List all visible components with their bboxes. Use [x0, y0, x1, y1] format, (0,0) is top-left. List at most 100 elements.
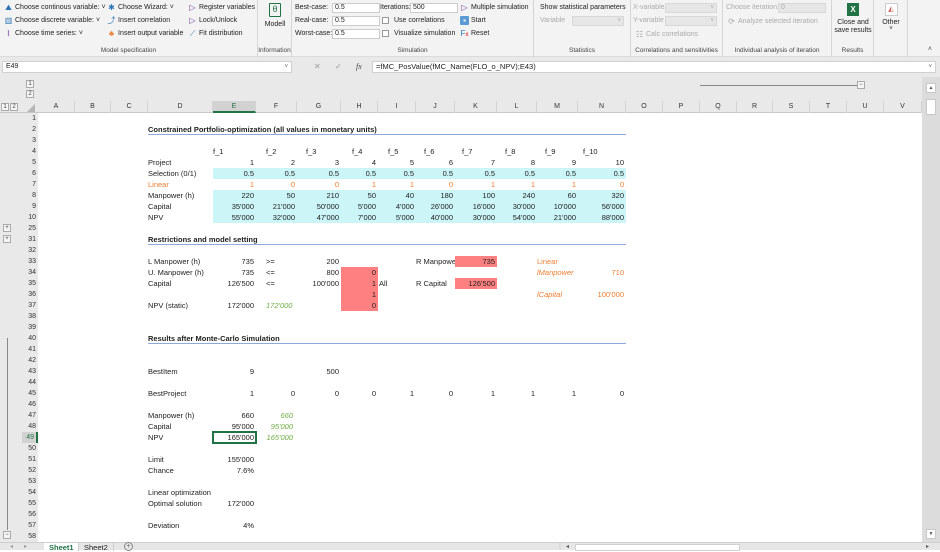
- choose-time-series-button[interactable]: ⌇ Choose time series: ˅: [4, 29, 83, 38]
- cell-flag[interactable]: 1: [341, 289, 378, 300]
- column-header-h[interactable]: H: [341, 101, 378, 113]
- column-header-s[interactable]: S: [773, 101, 810, 113]
- table-cell[interactable]: 0.5: [378, 168, 416, 179]
- table-cell[interactable]: 8: [497, 157, 537, 168]
- column-header-b[interactable]: B: [75, 101, 111, 113]
- cell-flag[interactable]: 0: [341, 267, 378, 278]
- cell-check-value[interactable]: 95'000: [256, 421, 295, 432]
- cell-value[interactable]: 800: [297, 267, 341, 278]
- table-cell[interactable]: 10'000: [537, 201, 578, 212]
- row-header-49[interactable]: 49: [22, 432, 38, 443]
- analyze-iteration-button[interactable]: ⟳ Analyze selected iteration: [727, 17, 818, 26]
- column-header-f[interactable]: F: [256, 101, 297, 113]
- table-cell[interactable]: 60: [537, 190, 578, 201]
- row-header-41[interactable]: 41: [22, 344, 38, 355]
- choose-wizard-button[interactable]: ✱ Choose Wizard: ˅: [107, 3, 174, 12]
- row-header-37[interactable]: 37: [22, 300, 38, 311]
- table-cell[interactable]: 0: [578, 179, 626, 190]
- table-cell[interactable]: 0: [416, 179, 455, 190]
- table-cell[interactable]: 1: [537, 179, 578, 190]
- column-header-j[interactable]: J: [416, 101, 455, 113]
- show-statistical-parameters-button[interactable]: Show statistical parameters: [540, 4, 626, 11]
- row-header-51[interactable]: 51: [22, 454, 38, 465]
- table-cell[interactable]: 40: [378, 190, 416, 201]
- row-header-57[interactable]: 57: [22, 520, 38, 531]
- column-header-t[interactable]: T: [810, 101, 847, 113]
- column-header-a[interactable]: A: [38, 101, 75, 113]
- table-cell[interactable]: 21'000: [537, 212, 578, 223]
- tab-scroll-right-icon[interactable]: ▸: [24, 543, 27, 550]
- row-header-8[interactable]: 8: [22, 190, 38, 201]
- modell-button[interactable]: θ Modell: [262, 3, 288, 28]
- row-header-31[interactable]: 31: [22, 234, 38, 245]
- table-cell[interactable]: 240: [497, 190, 537, 201]
- table-cell[interactable]: 0.5: [578, 168, 626, 179]
- table-cell[interactable]: 54'000: [497, 212, 537, 223]
- checkbox[interactable]: [382, 30, 389, 37]
- hscroll-left-icon[interactable]: ◂: [566, 543, 569, 550]
- expand-rows-button[interactable]: +: [3, 235, 11, 243]
- start-button[interactable]: ▪ Start: [460, 16, 486, 25]
- best-project-cell[interactable]: 0: [297, 388, 341, 399]
- row-header-52[interactable]: 52: [22, 465, 38, 476]
- row-header-32[interactable]: 32: [22, 245, 38, 256]
- column-header-q[interactable]: Q: [700, 101, 737, 113]
- formula-input[interactable]: =fMC_PosValue(fMC_Name(FLO_o_NPV);E43) ˅: [372, 61, 936, 73]
- best-project-cell[interactable]: 0: [578, 388, 626, 399]
- table-cell[interactable]: 1: [378, 179, 416, 190]
- cell-value[interactable]: 660: [213, 410, 256, 421]
- scroll-down-icon[interactable]: ▼: [926, 529, 936, 539]
- row-header-9[interactable]: 9: [22, 201, 38, 212]
- row-header-48[interactable]: 48: [22, 421, 38, 432]
- table-cell[interactable]: 32'000: [256, 212, 297, 223]
- table-cell[interactable]: 30'000: [497, 201, 537, 212]
- column-header-o[interactable]: O: [626, 101, 663, 113]
- row-header-47[interactable]: 47: [22, 410, 38, 421]
- row-header-3[interactable]: 3: [22, 135, 38, 146]
- x-variable-select[interactable]: ˅: [665, 3, 717, 13]
- column-group-collapse-button[interactable]: −: [857, 81, 865, 89]
- row-header-2[interactable]: 2: [22, 124, 38, 135]
- table-cell[interactable]: 5'000: [341, 201, 378, 212]
- cell-value[interactable]: 172'000: [213, 300, 256, 311]
- cell-value[interactable]: 4%: [213, 520, 256, 531]
- table-cell[interactable]: 0.5: [341, 168, 378, 179]
- row-header-44[interactable]: 44: [22, 377, 38, 388]
- cancel-icon[interactable]: ✕: [314, 62, 321, 71]
- visualize-simulation-checkbox[interactable]: Visualize simulation: [382, 30, 455, 37]
- tab-splitter[interactable]: ⋮: [557, 543, 563, 550]
- table-cell[interactable]: 3: [297, 157, 341, 168]
- insert-output-variable-button[interactable]: ♣ Insert output variable: [107, 29, 184, 38]
- cell-value[interactable]: 735: [213, 256, 256, 267]
- cell-value[interactable]: 735: [213, 267, 256, 278]
- table-cell[interactable]: 1: [213, 157, 256, 168]
- y-variable-select[interactable]: ˅: [665, 16, 717, 26]
- cell-check-value[interactable]: 172'000: [266, 300, 292, 311]
- column-header-g[interactable]: G: [297, 101, 341, 113]
- table-cell[interactable]: 0.5: [297, 168, 341, 179]
- multiple-simulation-button[interactable]: ▷ Multiple simulation: [460, 3, 528, 12]
- row-header-34[interactable]: 34: [22, 267, 38, 278]
- outline-level-2-button[interactable]: 2: [26, 90, 34, 98]
- cell-flag[interactable]: 1: [341, 278, 378, 289]
- row-header-40[interactable]: 40: [22, 333, 38, 344]
- table-cell[interactable]: 50: [256, 190, 297, 201]
- column-header-n[interactable]: N: [578, 101, 626, 113]
- column-header-i[interactable]: I: [378, 101, 416, 113]
- row-header-46[interactable]: 46: [22, 399, 38, 410]
- cell-value[interactable]: 500: [297, 366, 341, 377]
- table-cell[interactable]: 0.5: [497, 168, 537, 179]
- table-cell[interactable]: 210: [297, 190, 341, 201]
- iteration-input[interactable]: 0: [778, 3, 826, 13]
- reset-button[interactable]: Fx Reset: [460, 29, 490, 38]
- row-header-55[interactable]: 55: [22, 498, 38, 509]
- table-cell[interactable]: 320: [578, 190, 626, 201]
- close-save-results-button[interactable]: X Close and save results: [832, 3, 874, 35]
- hscroll-right-icon[interactable]: ▸: [926, 543, 929, 550]
- column-header-r[interactable]: R: [737, 101, 773, 113]
- cell-value[interactable]: 735: [455, 256, 497, 267]
- row-header-36[interactable]: 36: [22, 289, 38, 300]
- table-cell[interactable]: 5'000: [378, 212, 416, 223]
- cell-value[interactable]: 126'500: [455, 278, 497, 289]
- table-cell[interactable]: 40'000: [416, 212, 455, 223]
